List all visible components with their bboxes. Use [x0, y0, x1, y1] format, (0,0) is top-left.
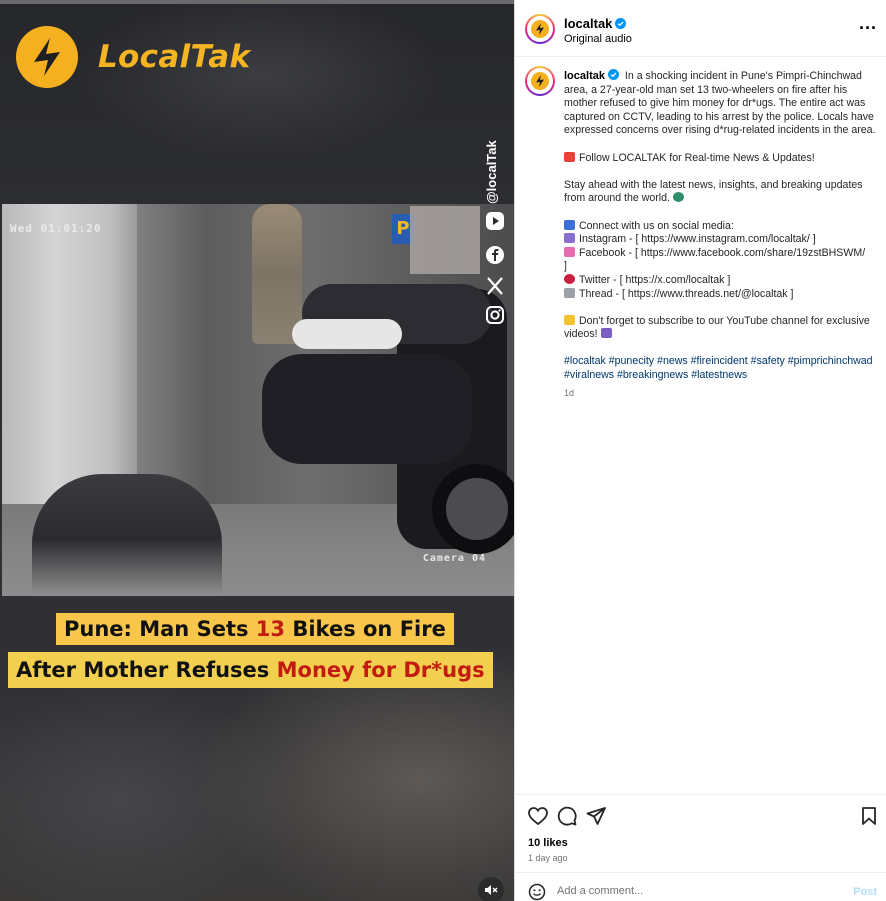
heart-icon [528, 807, 548, 826]
link-emoji-icon [564, 287, 575, 298]
headline-line-1: Pune: Man Sets 13 Bikes on Fire [56, 613, 454, 645]
bolt-logo-icon [531, 72, 549, 90]
comment-icon [557, 806, 577, 826]
like-button[interactable] [527, 805, 549, 827]
verified-badge-icon [607, 69, 619, 80]
comment-button[interactable] [556, 805, 578, 827]
heart-letter-emoji-icon [564, 246, 575, 257]
instagram-link[interactable]: Instagram - [ https://www.instagram.com/… [579, 233, 816, 245]
username-text: localtak [564, 16, 613, 31]
reel-media[interactable]: LocalTak P Wed 01:01:20 Camera 04 @local… [0, 0, 514, 901]
footage-person [252, 204, 302, 344]
headline-text: Pune: Man Sets [64, 617, 256, 641]
more-options-icon[interactable]: ... [859, 14, 877, 36]
verified-badge-icon [615, 18, 627, 29]
camera-emoji-icon [564, 233, 575, 244]
movie-camera-emoji-icon [600, 328, 612, 339]
username-text: localtak [564, 70, 605, 82]
action-bar: 10 likes 1 day ago [515, 794, 886, 870]
cctv-footage: P Wed 01:01:20 Camera 04 [2, 204, 514, 596]
post-age[interactable]: 1d [564, 387, 876, 401]
share-button[interactable] [585, 805, 607, 827]
headline-text: After Mother Refuses [16, 658, 277, 682]
like-count[interactable]: 10 likes [528, 837, 568, 849]
footage-wheel [432, 464, 514, 554]
brand-name: LocalTak [98, 39, 251, 75]
media-top-strip [0, 0, 514, 4]
headline-highlight: 13 [255, 617, 286, 641]
comment-bar: Post [515, 872, 886, 901]
instagram-icon [484, 304, 506, 326]
caption-connect: Connect with us on social media: [579, 219, 734, 232]
original-audio-link[interactable]: Original audio [564, 33, 632, 45]
caption-text: localtak In a shocking incident in Pune'… [564, 69, 876, 400]
footage-scooter [32, 474, 222, 596]
headline-highlight: Money for Dr*ugs [276, 658, 485, 682]
save-button[interactable] [858, 805, 880, 827]
bird-emoji-icon [564, 273, 575, 284]
thread-link[interactable]: Thread - [ https://www.threads.net/@loca… [579, 288, 793, 300]
youtube-icon [484, 210, 506, 232]
avatar[interactable] [525, 14, 555, 44]
caption-area: localtak In a shocking incident in Pune'… [515, 58, 886, 794]
brand-logo: LocalTak [14, 24, 250, 90]
bolt-logo-icon [16, 26, 78, 88]
share-icon [586, 807, 606, 825]
post-panel: localtak Original audio ... localtak In … [514, 0, 886, 901]
camera-label: Camera 04 [422, 553, 486, 564]
comment-input[interactable] [557, 882, 827, 900]
hashtags[interactable]: #localtak #punecity #news #fireincident … [564, 355, 876, 382]
footage-bike-seat [292, 319, 402, 349]
speaker-muted-icon [485, 885, 498, 895]
caption-stay-ahead: Stay ahead with the latest news, insight… [564, 178, 863, 205]
post-date: 1 day ago [528, 853, 568, 863]
headline-line-2: After Mother Refuses Money for Dr*ugs [8, 652, 493, 688]
brand-handle: @localTak [484, 140, 499, 204]
mute-button[interactable] [478, 877, 504, 901]
caption-follow: Follow LOCALTAK for Real-time News & Upd… [579, 151, 815, 164]
headline-text: Bikes on Fire [285, 617, 446, 641]
emoji-icon[interactable] [528, 883, 546, 901]
cctv-timestamp: Wed 01:01:20 [10, 222, 102, 235]
post-header: localtak Original audio ... [515, 0, 886, 57]
post-comment-button[interactable]: Post [853, 886, 877, 898]
avatar[interactable] [525, 66, 555, 96]
facebook-icon [484, 244, 506, 266]
bolt-logo-icon [531, 20, 549, 38]
blurred-region [410, 206, 480, 274]
facebook-link-end: ] [564, 260, 567, 273]
bell-emoji-icon [564, 314, 575, 325]
flag-emoji-icon [564, 151, 575, 162]
facebook-link[interactable]: Facebook - [ https://www.facebook.com/sh… [579, 247, 865, 259]
globe-emoji-icon [672, 192, 684, 203]
twitter-link[interactable]: Twitter - [ https://x.com/localtak ] [579, 274, 730, 286]
username-link[interactable]: localtak [564, 16, 627, 31]
caption-username[interactable]: localtak [564, 69, 619, 82]
x-icon [484, 275, 506, 297]
phone-emoji-icon [564, 219, 575, 230]
footage-bike [262, 354, 472, 464]
bookmark-icon [862, 807, 876, 825]
